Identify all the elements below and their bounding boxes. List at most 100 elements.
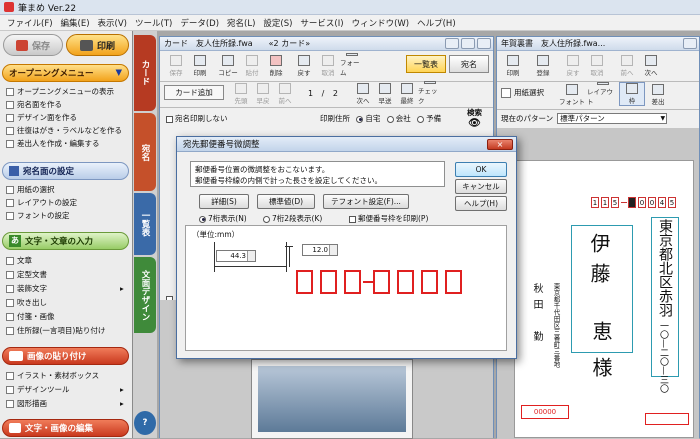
minimize-button[interactable] [445,38,459,49]
tab-card[interactable]: カード [134,35,156,111]
radio-home[interactable]: 自宅 [356,114,380,123]
nav-fast-back[interactable]: 早戻 [252,81,274,105]
pc-next-tool[interactable]: 次へ [639,53,663,77]
sidebar-item-show-opening[interactable]: オープニングメニューの表示 [6,86,114,97]
text-input-header[interactable]: あ 文字・文章の入力 [2,232,129,250]
card-print-tool[interactable]: 印刷 [188,53,212,77]
menu-settings[interactable]: 設定(S) [259,17,296,29]
list-view-button[interactable]: 一覧表 [406,55,446,73]
nav-first[interactable]: 先頭 [230,81,252,105]
sidebar-item-shape-drawing[interactable]: 図形描画 ▸ [6,398,124,409]
font-settings-button[interactable]: テフォント設定(F)... [323,194,409,209]
sidebar-item-sticky-image[interactable]: 付箋・画像 [6,311,55,322]
paper-select-button[interactable]: 用紙選択 [501,87,544,98]
radio-company[interactable]: 会社 [386,114,411,123]
image-paste-header[interactable]: 画像の貼り付け [2,347,129,365]
add-card-button[interactable]: カード追加 [164,85,224,100]
opening-menu-header[interactable]: オープニングメニュー ▼ [2,64,129,82]
sidebar-item-text[interactable]: 文章 [6,255,32,266]
menu-service[interactable]: サービス(I) [296,17,347,29]
sidebar-item-edit-sender[interactable]: 差出人を作成・編集する [6,138,100,149]
zip-adjust-dialog: 宛先郵便番号微調整 × 郵便番号位置の微調整をおこないます。 郵便番号枠線の内側… [176,136,517,359]
help-icon[interactable]: ? [134,411,156,435]
sender-name: 秋田 勤 [531,283,542,347]
search-button[interactable]: 検索 👁 [467,107,482,129]
sidebar-item-layout[interactable]: レイアウトの設定 [6,197,77,208]
menu-edit[interactable]: 編集(E) [57,17,94,29]
menu-data[interactable]: データ(D) [176,17,223,29]
sidebar-item-illustration[interactable]: イラスト・素材ボックス [6,370,99,381]
card-save-tool[interactable]: 保存 [164,53,188,77]
postcard-close-button[interactable] [683,38,697,49]
vertical-tab-strip: カード 宛名 一覧表 文面デザイン ? [133,31,157,438]
address-settings-header[interactable]: 宛名面の設定 [2,162,129,180]
pc-print-tool[interactable]: 印刷 [501,53,525,77]
sidebar-item-paper[interactable]: 用紙の選択 [6,184,55,195]
check-tool[interactable]: チェック [418,81,442,105]
menu-address[interactable]: 宛名(L) [223,17,259,29]
detail-button[interactable]: 詳細(S) [199,194,249,209]
sidebar-item-font[interactable]: フォントの設定 [6,210,70,221]
tab-design[interactable]: 文面デザイン [134,257,156,333]
sidebar-item-paste-address[interactable]: 住所録(一言項目)貼り付け [6,325,105,336]
pc-undo-tool[interactable]: 戻す [561,53,585,77]
pc-layout-tool[interactable]: レイアウト [587,82,619,106]
sidebar-item-make-address[interactable]: 宛名面を作る [6,99,62,110]
zip-digit: 1 [601,197,609,208]
menu-window[interactable]: ウィンドウ(W) [348,17,414,29]
sidebar-item-speech-bubble[interactable]: 吹き出し [6,297,47,308]
sidebar-item-design-tool[interactable]: デザインツール ▸ [6,384,124,395]
nav-last[interactable]: 最終 [396,81,418,105]
pc-sender-tool[interactable]: 差出 [645,82,671,106]
sidebar-item-template-text[interactable]: 定型文書 [6,269,47,280]
radio-7digit[interactable]: 7桁表示(N) [199,213,247,224]
ok-button[interactable]: OK [455,162,507,177]
check-icon [424,81,436,84]
card-undo-tool[interactable]: 戻す [292,53,316,77]
pattern-row: 現在のパターン 標準パターン ▼ [501,113,668,124]
pc-prev-tool[interactable]: 前へ [615,53,639,77]
text-image-edit-header[interactable]: 文字・画像の編集 [2,419,129,437]
top-offset-spinner[interactable]: 12.0 [302,244,338,256]
card-form-tool[interactable]: フォーム [340,53,364,77]
no-print-checkbox[interactable]: 宛名印刷しない [166,113,228,124]
menu-help[interactable]: ヘルプ(H) [413,17,460,29]
pattern-select[interactable]: 標準パターン ▼ [557,113,668,124]
nav-prev[interactable]: 前へ [274,81,296,105]
copy-icon [222,55,234,66]
tab-list[interactable]: 一覧表 [134,193,156,255]
cancel-button[interactable]: キャンセル [455,179,507,194]
print-button[interactable]: 印刷 [66,34,129,56]
address-view-button[interactable]: 宛名 [449,55,489,73]
layout-icon [6,198,14,207]
radio-spare[interactable]: 予備 [417,114,441,123]
help-button[interactable]: ヘルプ(H) [455,196,507,211]
submenu-arrow-icon: ▸ [120,399,124,408]
menu-tools[interactable]: ツール(T) [131,17,176,29]
nav-next[interactable]: 次へ [352,81,374,105]
card-copy-tool[interactable]: コピー [216,53,240,77]
save-button[interactable]: 保存 [3,34,63,56]
tab-address[interactable]: 宛名 [134,113,156,191]
pc-font-tool[interactable]: フォント [557,82,587,106]
menu-view[interactable]: 表示(V) [94,17,131,29]
pc-cancel-tool[interactable]: 取消 [585,53,609,77]
pc-register-tool[interactable]: 登録 [531,53,555,77]
maximize-button[interactable] [461,38,475,49]
close-window-button[interactable] [477,38,491,49]
menu-file[interactable]: ファイル(F) [3,17,57,29]
sidebar-item-make-reply[interactable]: 往復はがき・ラベルなどを作る [6,125,122,136]
card-cancel-tool[interactable]: 取消 [316,53,340,77]
card-paste-tool[interactable]: 貼付 [240,53,264,77]
pc-frame-tool[interactable]: 枠 [619,82,645,106]
radio-7digit-2row[interactable]: 7桁2段表示(K) [263,213,322,224]
sidebar-item-decorated-text[interactable]: 装飾文字 ▸ [6,283,124,294]
print-zip-frame-checkbox[interactable]: 郵便番号枠を印刷(P) [349,213,428,224]
zip-digit: 1 [591,197,599,208]
left-offset-spinner[interactable]: 44.3 [216,250,256,262]
standard-value-button[interactable]: 標準値(D) [257,194,315,209]
sidebar-item-make-design[interactable]: デザイン面を作る [6,112,77,123]
nav-fast-forward[interactable]: 早送 [374,81,396,105]
card-delete-tool[interactable]: 削除 [264,53,288,77]
dialog-close-button[interactable]: × [487,139,513,150]
